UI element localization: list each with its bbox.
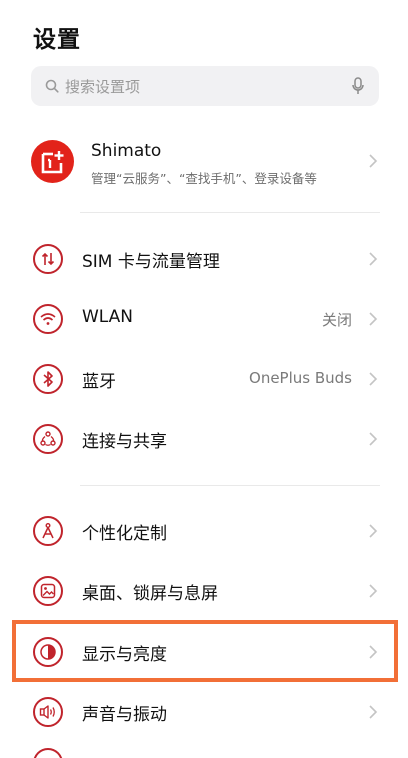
menu-item-label: 连接与共享	[82, 432, 167, 452]
search-icon	[43, 77, 61, 95]
menu-item-sound-vibration[interactable]: 声音与振动	[0, 682, 408, 742]
wlan-status-value: 关闭	[321, 311, 352, 329]
chevron-right-icon	[369, 312, 378, 326]
divider	[80, 485, 380, 486]
search-input[interactable]: 搜索设置项	[31, 66, 379, 106]
account-subtitle: 管理“云服务”、“查找手机”、登录设备等	[91, 171, 317, 186]
bluetooth-icon	[33, 364, 63, 394]
menu-item-label: 声音与振动	[82, 705, 167, 725]
menu-item-wlan[interactable]: WLAN 关闭	[0, 289, 408, 349]
wifi-icon	[33, 304, 63, 334]
menu-item-sim-data[interactable]: SIM 卡与流量管理	[0, 229, 408, 289]
search-placeholder: 搜索设置项	[65, 77, 141, 96]
account-row[interactable]: Shimato 管理“云服务”、“查找手机”、登录设备等	[0, 128, 408, 194]
mic-icon[interactable]	[351, 76, 365, 96]
page-title: 设置	[33, 27, 81, 53]
next-item-icon	[33, 748, 63, 758]
menu-item-connection-share[interactable]: 连接与共享	[0, 409, 408, 469]
menu-item-label: SIM 卡与流量管理	[82, 252, 220, 272]
chevron-right-icon	[369, 584, 378, 598]
chevron-right-icon	[369, 154, 378, 168]
menu-item-label: 蓝牙	[82, 372, 116, 392]
divider	[80, 212, 380, 213]
settings-screen: 设置 搜索设置项 Shimato 管理“云服务”、“查找手机”、登录设备等 SI…	[0, 0, 408, 758]
menu-item-label: 桌面、锁屏与息屏	[82, 584, 218, 604]
sound-vibration-icon	[33, 697, 63, 727]
menu-item-personalize[interactable]: 个性化定制	[0, 501, 408, 561]
chevron-right-icon	[369, 372, 378, 386]
bluetooth-device-value: OnePlus Buds	[249, 369, 352, 387]
display-brightness-icon	[33, 637, 63, 667]
menu-item-home-lock-screen[interactable]: 桌面、锁屏与息屏	[0, 561, 408, 621]
chevron-right-icon	[369, 705, 378, 719]
menu-item-bluetooth[interactable]: 蓝牙 OnePlus Buds	[0, 349, 408, 409]
chevron-right-icon	[369, 252, 378, 266]
menu-item-label: WLAN	[82, 307, 134, 327]
menu-item-label: 显示与亮度	[82, 645, 167, 665]
menu-item-display-brightness[interactable]: 显示与亮度	[0, 622, 408, 682]
account-name: Shimato	[91, 141, 162, 161]
chevron-right-icon	[369, 524, 378, 538]
oneplus-logo-icon	[31, 140, 74, 183]
menu-item-label: 个性化定制	[82, 524, 167, 544]
chevron-right-icon	[369, 432, 378, 446]
personalize-icon	[33, 516, 63, 546]
wallpaper-icon	[33, 576, 63, 606]
chevron-right-icon	[369, 645, 378, 659]
sim-data-icon	[33, 244, 63, 274]
connection-share-icon	[33, 424, 63, 454]
